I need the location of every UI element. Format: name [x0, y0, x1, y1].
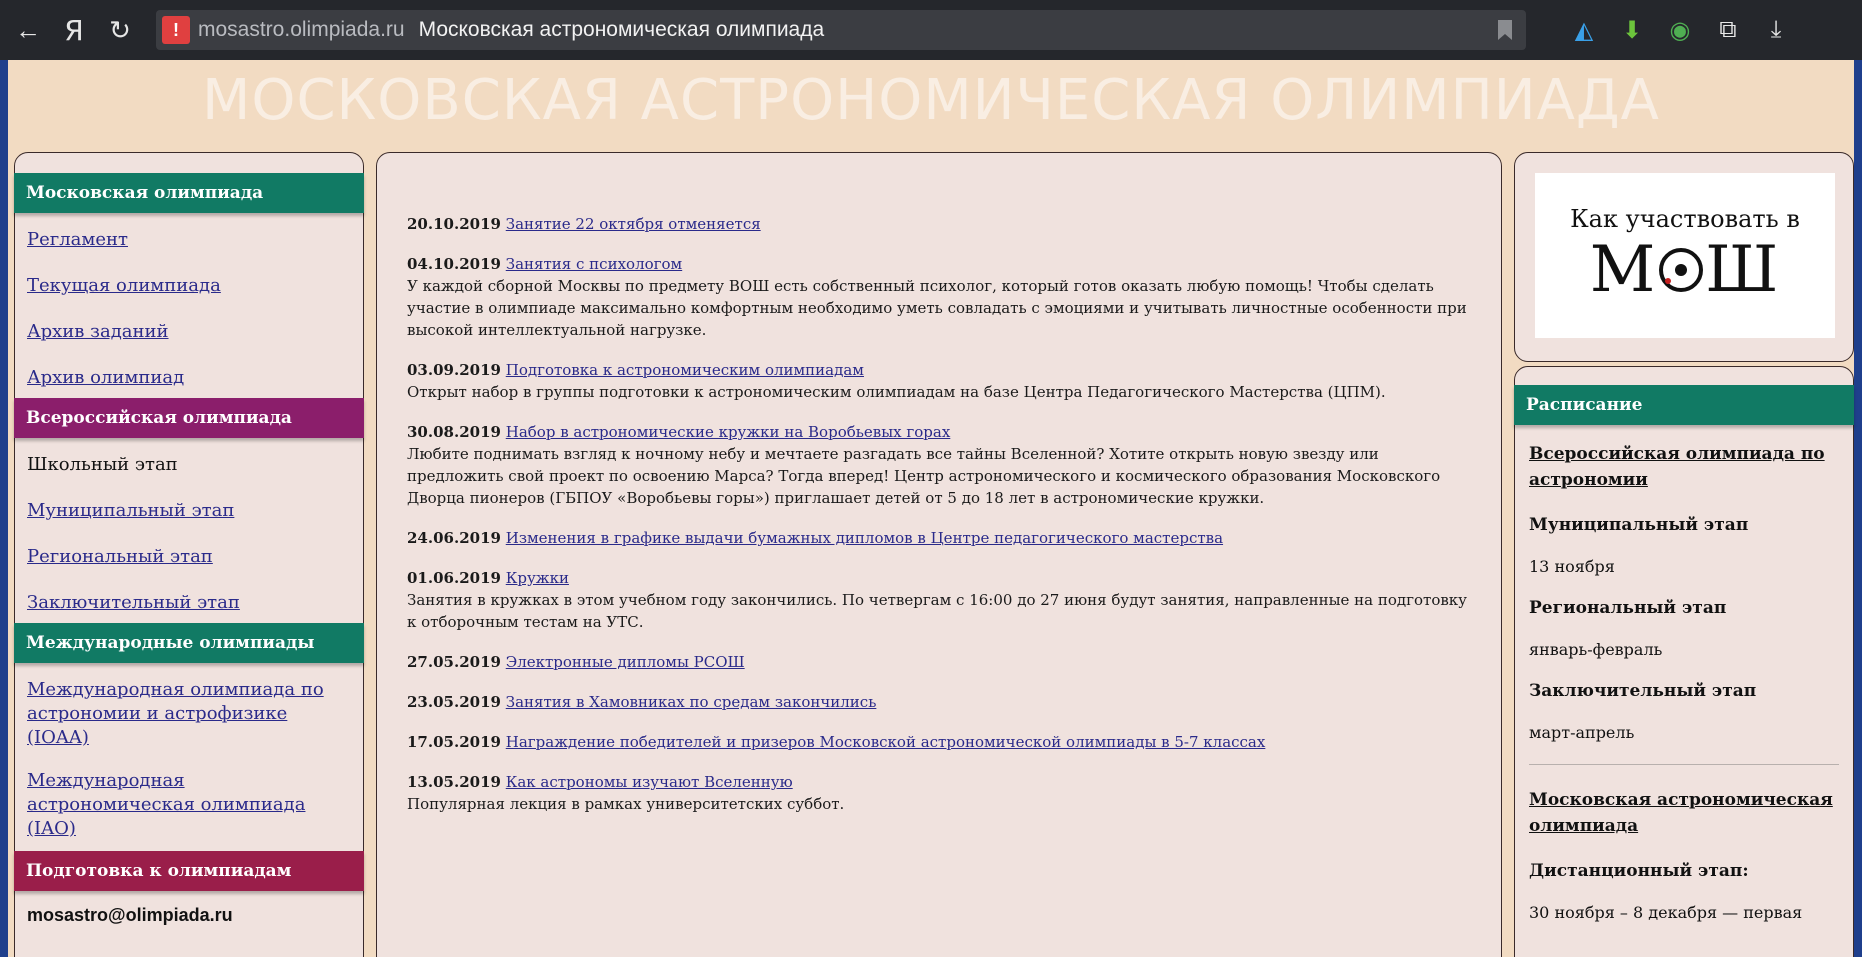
browser-toolbar: ← Я ↻ ! mosastro.olimpiada.ru Московская… [0, 0, 1862, 60]
mosh-letter-m: М [1589, 232, 1658, 307]
url-domain[interactable]: mosastro.olimpiada.ru [198, 18, 405, 42]
schedule-panel: Расписание Всероссийская олимпиада по ас… [1514, 366, 1854, 957]
link-iao[interactable]: Международная астрономическая олимпиада … [15, 769, 363, 841]
news-link[interactable]: Занятие 22 октября отменяется [506, 215, 761, 233]
page-content: МОСКОВСКАЯ АСТРОНОМИЧЕСКАЯ ОЛИМПИАДА Мос… [0, 60, 1862, 957]
news-link[interactable]: Награждение победителей и призеров Моско… [506, 733, 1266, 751]
news-link[interactable]: Подготовка к астрономическим олимпиадам [506, 361, 864, 379]
news-text: Открыт набор в группы подготовки к астро… [407, 383, 1386, 401]
eye-icon [1659, 247, 1704, 292]
news-link[interactable]: Кружки [506, 569, 569, 587]
news-list: 20.10.2019 Занятие 22 октября отменяется… [407, 213, 1477, 833]
news-link[interactable]: Как астрономы изучают Вселенную [506, 773, 793, 791]
news-date: 20.10.2019 [407, 215, 501, 233]
link-regional-stage[interactable]: Региональный этап [15, 545, 363, 569]
bookmark-icon[interactable] [1498, 20, 1512, 40]
link-municipal-stage[interactable]: Муниципальный этап [15, 499, 363, 523]
news-date: 01.06.2019 [407, 569, 501, 587]
link-olympiads-archive[interactable]: Архив олимпиад [15, 366, 363, 390]
insecure-warning-icon[interactable]: ! [162, 16, 190, 44]
schedule-dist-label: Дистанционный этап: [1529, 861, 1749, 881]
schedule-reg-label: Региональный этап [1529, 598, 1727, 618]
schedule-dist-date: 30 ноября – 8 декабря — первая [1529, 903, 1803, 922]
news-item: 24.06.2019 Изменения в графике выдачи бу… [407, 527, 1477, 549]
protect-shield-icon[interactable]: ◭ [1566, 12, 1602, 48]
news-date: 03.09.2019 [407, 361, 501, 379]
translate-icon[interactable]: ⧉ [1710, 12, 1746, 48]
link-ioaa[interactable]: Международная олимпиада по астрономии и … [15, 678, 363, 750]
yandex-logo-icon[interactable]: Я [56, 12, 92, 48]
news-item: 20.10.2019 Занятие 22 октября отменяется [407, 213, 1477, 235]
schedule-vsero-link[interactable]: Всероссийская олимпиада по астрономии [1529, 441, 1839, 493]
news-text: У каждой сборной Москвы по предмету ВОШ … [407, 277, 1467, 339]
news-panel: 20.10.2019 Занятие 22 октября отменяется… [376, 152, 1502, 957]
extension-badge-icon[interactable]: ◉ [1662, 12, 1698, 48]
news-date: 24.06.2019 [407, 529, 501, 547]
link-current-olympiad[interactable]: Текущая олимпиада [15, 274, 363, 298]
link-reglament[interactable]: Регламент [15, 228, 363, 252]
howto-banner[interactable]: Как участвовать в М Ш [1535, 173, 1835, 338]
link-final-stage[interactable]: Заключительный этап [15, 591, 363, 615]
schedule-mun-label: Муниципальный этап [1529, 515, 1749, 535]
left-sidebar: Московская олимпиада Регламент Текущая о… [14, 152, 364, 957]
news-item: 01.06.2019 Кружки Занятия в кружках в эт… [407, 567, 1477, 633]
news-text: Популярная лекция в рамках университетск… [407, 795, 845, 813]
news-item: 23.05.2019 Занятия в Хамовниках по среда… [407, 691, 1477, 713]
howto-line1: Как участвовать в [1570, 204, 1800, 233]
news-item: 13.05.2019 Как астрономы изучают Вселенн… [407, 771, 1477, 815]
contact-email: mosastro@olimpiada.ru [27, 905, 233, 925]
news-item: 27.05.2019 Электронные дипломы РСОШ [407, 651, 1477, 673]
news-link[interactable]: Электронные дипломы РСОШ [506, 653, 745, 671]
downloads-icon[interactable]: ⤓ [1758, 12, 1794, 48]
news-item: 03.09.2019 Подготовка к астрономическим … [407, 359, 1477, 403]
news-item: 17.05.2019 Награждение победителей и при… [407, 731, 1477, 753]
news-date: 23.05.2019 [407, 693, 501, 711]
schedule-mun-date: 13 ноября [1529, 557, 1615, 576]
download-helper-icon[interactable]: ⬇ [1614, 12, 1650, 48]
howto-panel: Как участвовать в М Ш [1514, 152, 1854, 362]
mosh-letter-sh: Ш [1705, 232, 1781, 307]
moscow-olympiad-header: Московская олимпиада [14, 173, 364, 213]
news-item: 04.10.2019 Занятия с психологом У каждой… [407, 253, 1477, 341]
news-date: 13.05.2019 [407, 773, 501, 791]
news-link[interactable]: Занятия в Хамовниках по средам закончили… [506, 693, 877, 711]
schedule-divider [1529, 764, 1839, 765]
news-date: 30.08.2019 [407, 423, 501, 441]
mosh-logo: М Ш [1590, 233, 1781, 307]
news-link[interactable]: Занятия с психологом [506, 255, 682, 273]
address-bar[interactable]: ! mosastro.olimpiada.ru Московская астро… [156, 10, 1526, 50]
news-link[interactable]: Изменения в графике выдачи бумажных дипл… [506, 529, 1223, 547]
news-text: Занятия в кружках в этом учебном году за… [407, 591, 1468, 631]
news-item: 30.08.2019 Набор в астрономические кружк… [407, 421, 1477, 509]
news-date: 17.05.2019 [407, 733, 501, 751]
schedule-mos-link[interactable]: Московская астрономическая олимпиада [1529, 787, 1839, 839]
news-date: 04.10.2019 [407, 255, 501, 273]
reload-icon[interactable]: ↻ [102, 12, 138, 48]
vsero-olympiad-header: Всероссийская олимпиада [14, 398, 364, 438]
schedule-reg-date: январь-февраль [1529, 640, 1663, 659]
site-title: МОСКОВСКАЯ АСТРОНОМИЧЕСКАЯ ОЛИМПИАДА [202, 68, 1660, 133]
school-stage-label: Школьный этап [27, 454, 178, 475]
link-tasks-archive[interactable]: Архив заданий [15, 320, 363, 344]
news-date: 27.05.2019 [407, 653, 501, 671]
news-text: Любите поднимать взгляд к ночному небу и… [407, 445, 1441, 507]
schedule-header: Расписание [1514, 385, 1854, 425]
prep-header: Подготовка к олимпиадам [14, 851, 364, 891]
schedule-fin-date: март-апрель [1529, 723, 1635, 742]
back-arrow-icon[interactable]: ← [10, 12, 46, 48]
news-link[interactable]: Набор в астрономические кружки на Воробь… [506, 423, 951, 441]
intl-olympiads-header: Международные олимпиады [14, 623, 364, 663]
schedule-fin-label: Заключительный этап [1529, 681, 1757, 701]
tab-page-title: Московская астрономическая олимпиада [418, 18, 825, 41]
